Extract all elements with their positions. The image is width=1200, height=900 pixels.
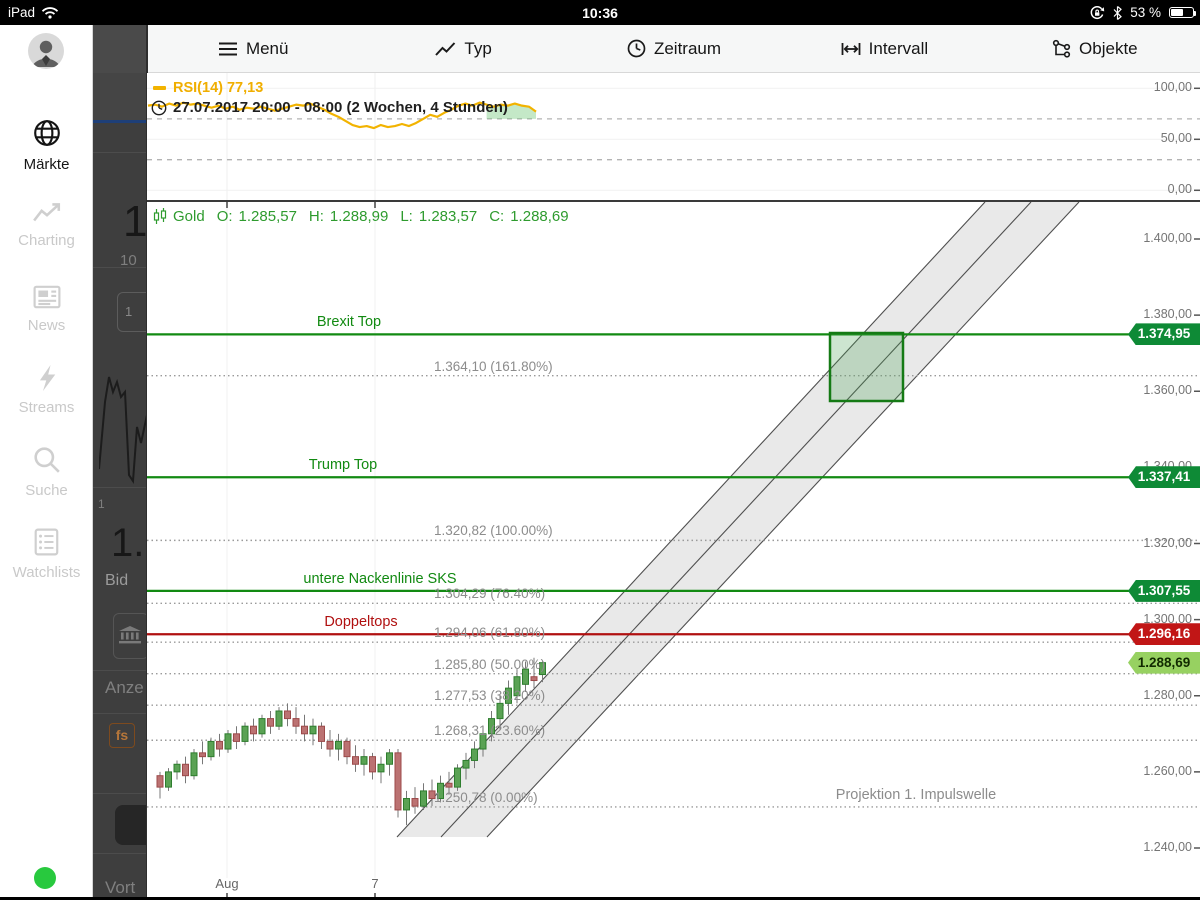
rsi-chart[interactable]	[147, 73, 1200, 200]
menu-icon	[218, 40, 238, 58]
lightning-icon	[37, 365, 57, 391]
dimmed-quote-panel[interactable]: 1 10 1 1 1. Bid Anze fs Vort	[93, 25, 147, 897]
sidebar-item-label: Suche	[25, 482, 68, 499]
sidebar-item-maerkte[interactable]: Märkte	[0, 108, 93, 182]
bluetooth-icon	[1113, 6, 1122, 20]
online-status-dot	[34, 867, 56, 889]
chart-period-label: 27.07.2017 20:00 - 08:00 (2 Wochen, 4 St…	[151, 99, 508, 116]
price-pane[interactable]: Gold O:1.285,57 H:1.288,99 L:1.283,57 C:…	[147, 200, 1200, 897]
sidebar-item-label: Märkte	[24, 156, 70, 173]
sidebar-item-label: Watchlists	[13, 564, 81, 581]
dimmed-anzeige-label: Anze	[105, 678, 144, 698]
sidebar-item-streams[interactable]: Streams	[0, 353, 93, 427]
search-icon	[33, 446, 61, 474]
dimmed-interval-box: 1	[117, 292, 147, 332]
candle-pair-icon	[153, 208, 167, 225]
dimmed-price-value: 1	[123, 197, 147, 247]
interval-button[interactable]: Intervall	[779, 25, 989, 72]
globe-icon	[32, 118, 62, 148]
dimmed-bid-label: Bid	[105, 572, 128, 590]
interval-icon	[841, 40, 861, 58]
sidebar: Märkte Charting News Streams Suche	[0, 25, 93, 897]
chart-type-icon	[435, 41, 456, 57]
clock-icon	[627, 39, 646, 58]
chart-line-icon	[32, 202, 62, 224]
rsi-series-swatch	[153, 86, 166, 90]
dimmed-vortag-label: Vort	[105, 878, 135, 897]
sidebar-item-label: News	[28, 317, 66, 334]
watchlist-icon	[34, 528, 60, 556]
chart-toolbar: Menü Typ Zeitraum Intervall	[148, 25, 1200, 73]
dimmed-tab-indicator	[93, 120, 147, 123]
bank-icon	[119, 626, 141, 644]
dimmed-sparkline	[99, 347, 147, 489]
status-bar: iPad 10:36 53 %	[0, 0, 1200, 25]
sidebar-item-watchlists[interactable]: Watchlists	[0, 517, 93, 591]
sidebar-item-label: Charting	[18, 232, 75, 249]
dimmed-bank-button	[113, 613, 147, 659]
rotation-lock-icon	[1089, 5, 1105, 21]
battery-percent: 53 %	[1130, 5, 1161, 20]
symbol-name: Gold	[173, 208, 205, 225]
clock-icon	[151, 100, 167, 116]
dimmed-bid-value: 1.	[111, 521, 144, 566]
sidebar-item-label: Streams	[19, 399, 75, 416]
ohlc-legend: Gold O:1.285,57 H:1.288,99 L:1.283,57 C:…	[153, 208, 569, 225]
rsi-legend[interactable]: RSI(14) 77,13	[153, 80, 263, 96]
objects-icon	[1052, 39, 1071, 58]
objects-button[interactable]: Objekte	[990, 25, 1200, 72]
dimmed-fs-badge: fs	[109, 723, 135, 748]
clock-time: 10:36	[0, 5, 1200, 21]
sidebar-item-news[interactable]: News	[0, 272, 93, 346]
dimmed-dark-button	[115, 805, 147, 845]
sidebar-item-suche[interactable]: Suche	[0, 435, 93, 509]
price-chart[interactable]	[147, 202, 1200, 899]
rsi-pane[interactable]: RSI(14) 77,13 27.07.2017 20:00 - 08:00 (…	[147, 73, 1200, 200]
chart-type-button[interactable]: Typ	[358, 25, 568, 72]
dimmed-price-sub: 10	[120, 252, 137, 269]
news-icon	[33, 285, 61, 309]
avatar[interactable]	[28, 33, 64, 69]
menu-button[interactable]: Menü	[148, 25, 358, 72]
dimmed-panel-header	[93, 25, 147, 73]
battery-icon	[1169, 7, 1194, 18]
time-range-button[interactable]: Zeitraum	[569, 25, 779, 72]
sidebar-item-charting[interactable]: Charting	[0, 188, 93, 262]
